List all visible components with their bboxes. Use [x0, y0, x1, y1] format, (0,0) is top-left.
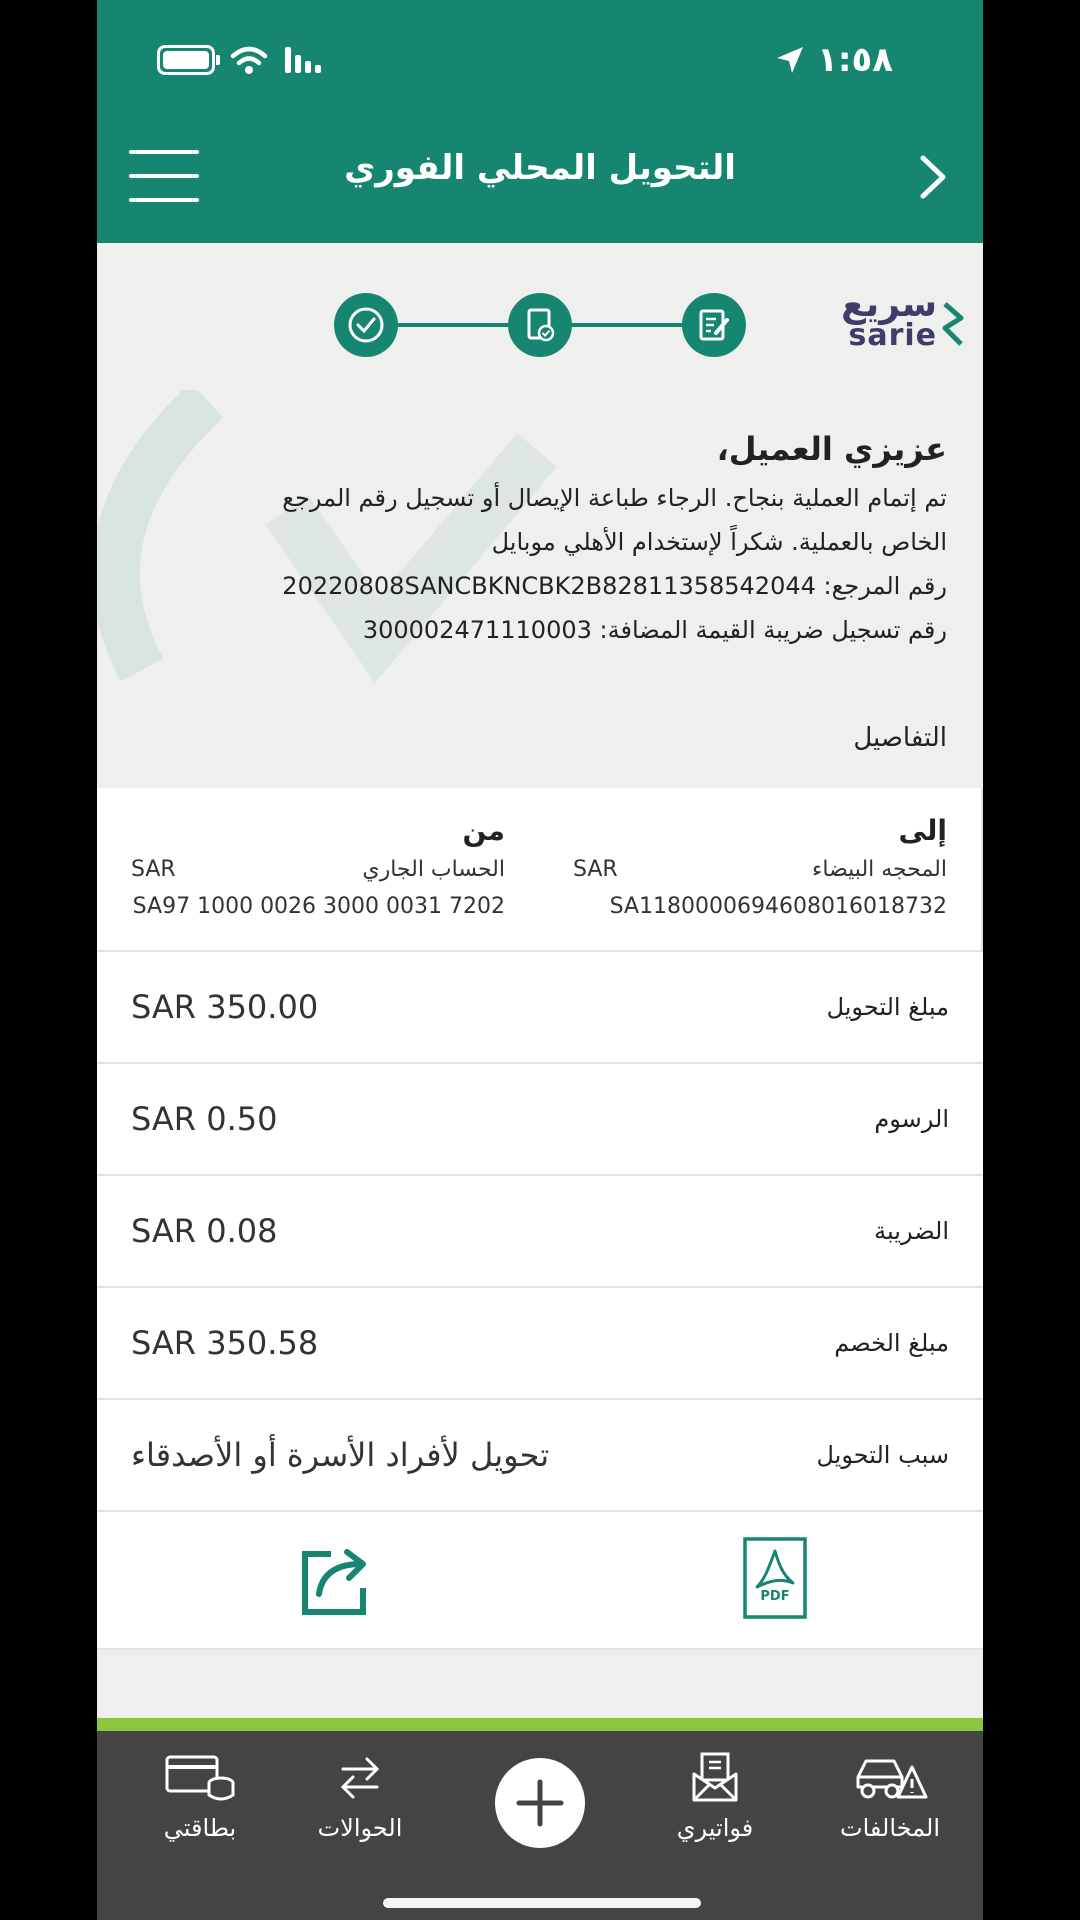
success-message: عزيزي العميل، تم إتمام العملية بنجاح. ال…: [167, 430, 947, 652]
status-icons: [157, 38, 327, 82]
to-account: إلى المحجه البيضاء SAR SA118000069460801…: [539, 788, 983, 950]
status-time: ١:٥٨: [775, 38, 893, 82]
stepper-connector: [394, 323, 514, 327]
step-completed: [334, 293, 398, 357]
to-currency: SAR: [573, 857, 618, 882]
tax-row: الضريبة SAR 0.08: [97, 1176, 983, 1288]
nav-label: الحوالات: [317, 1814, 403, 1842]
sarie-logo: سريع sarie: [841, 284, 965, 358]
edit-document-icon: [699, 309, 729, 341]
plus-icon: [516, 1779, 564, 1827]
greeting-text: عزيزي العميل،: [716, 430, 947, 468]
row-label: الضريبة: [874, 1217, 949, 1245]
row-value: تحويل لأفراد الأسرة أو الأصدقاء: [131, 1436, 550, 1474]
to-account-name: المحجه البيضاء: [812, 857, 947, 882]
reference-label: رقم المرجع:: [823, 572, 947, 600]
logo-latin: sarie: [848, 318, 937, 353]
details-card: من الحساب الجاري SAR SA97 1000 0026 3000…: [97, 788, 983, 1650]
add-button[interactable]: [495, 1758, 585, 1848]
vat-value: 300002471110003: [362, 616, 592, 644]
share-icon[interactable]: [297, 1540, 377, 1620]
progress-stepper: [334, 293, 746, 357]
message-line: الخاص بالعملية. شكراً لإستخدام الأهلي مو…: [491, 528, 947, 556]
nav-item-cards[interactable]: بطاقتي: [125, 1750, 275, 1842]
step-verify: [508, 293, 572, 357]
nav-label: بطاقتي: [163, 1814, 237, 1842]
document-check-icon: [527, 308, 555, 342]
step-edit: [682, 293, 746, 357]
row-value: SAR 0.08: [131, 1212, 278, 1250]
page-title: التحويل المحلي الفوري: [344, 148, 736, 188]
nav-item-violations[interactable]: المخالفات: [815, 1750, 965, 1842]
from-account: من الحساب الجاري SAR SA97 1000 0026 3000…: [97, 788, 539, 950]
transfer-reason-row: سبب التحويل تحويل لأفراد الأسرة أو الأصد…: [97, 1400, 983, 1512]
logo-mark-icon: [942, 302, 964, 346]
vat-number: رقم تسجيل ضريبة القيمة المضافة: 30000247…: [167, 608, 947, 652]
nav-item-transfers[interactable]: الحوالات: [285, 1750, 435, 1842]
from-account-row: الحساب الجاري SAR: [131, 857, 505, 882]
pdf-label: PDF: [760, 1589, 790, 1604]
row-label: الرسوم: [874, 1105, 949, 1133]
debit-amount-row: مبلغ الخصم SAR 350.58: [97, 1288, 983, 1400]
to-label: إلى: [898, 814, 947, 847]
from-iban: SA97 1000 0026 3000 0031 7202: [132, 894, 505, 919]
to-account-row: المحجه البيضاء SAR: [573, 857, 947, 882]
details-heading: التفاصيل: [853, 723, 947, 753]
to-iban: SA1180000694608016018732: [609, 894, 947, 919]
nav-item-bills[interactable]: فواتيري: [640, 1750, 790, 1842]
car-warning-icon: [856, 1759, 928, 1799]
card-coins-icon: [165, 1755, 235, 1801]
receipt-actions: PDF: [97, 1512, 983, 1650]
row-value: SAR 350.00: [131, 988, 319, 1026]
battery-icon: [157, 45, 220, 75]
app-header: ١:٥٨ التحويل المحلي الفوري: [97, 0, 983, 243]
location-arrow-icon: [777, 47, 804, 73]
message-line: تم إتمام العملية بنجاح. الرجاء طباعة الإ…: [282, 484, 947, 512]
transfer-amount-row: مبلغ التحويل SAR 350.00: [97, 952, 983, 1064]
from-currency: SAR: [131, 857, 176, 882]
nav-label: فواتيري: [676, 1814, 754, 1842]
row-label: سبب التحويل: [816, 1441, 949, 1469]
from-label: من: [462, 814, 505, 847]
from-to-section: من الحساب الجاري SAR SA97 1000 0026 3000…: [97, 788, 983, 952]
nav-accent-strip: [97, 1718, 983, 1731]
pdf-download-button[interactable]: PDF: [743, 1537, 807, 1619]
menu-icon-bar: [129, 198, 199, 202]
screen: ١:٥٨ التحويل المحلي الفوري سريع sarie عز…: [97, 0, 983, 1920]
bottom-navigation: بطاقتي الحوالات فواتيري المخالفات: [97, 1718, 983, 1920]
wifi-icon: [230, 46, 268, 74]
reference-number: رقم المرجع: 20220808SANCBKNCBK2B82811358…: [167, 564, 947, 608]
back-chevron-icon[interactable]: [913, 152, 953, 202]
clock-text: ١:٥٨: [817, 40, 893, 80]
row-value: SAR 350.58: [131, 1324, 319, 1362]
check-circle-icon: [348, 307, 384, 343]
bill-envelope-icon: [692, 1752, 738, 1802]
row-value: SAR 0.50: [131, 1100, 278, 1138]
vat-label: رقم تسجيل ضريبة القيمة المضافة:: [599, 616, 947, 644]
stepper-connector: [564, 323, 684, 327]
row-label: مبلغ التحويل: [826, 993, 949, 1021]
transfer-arrows-icon: [340, 1757, 380, 1799]
fees-row: الرسوم SAR 0.50: [97, 1064, 983, 1176]
home-indicator[interactable]: [383, 1898, 701, 1908]
nav-label: المخالفات: [839, 1814, 941, 1842]
pdf-icon: [743, 1537, 807, 1619]
from-account-name: الحساب الجاري: [362, 857, 505, 882]
row-label: مبلغ الخصم: [834, 1329, 949, 1357]
signal-icon: [285, 47, 321, 73]
reference-value: 20220808SANCBKNCBK2B82811358542044: [282, 572, 816, 600]
